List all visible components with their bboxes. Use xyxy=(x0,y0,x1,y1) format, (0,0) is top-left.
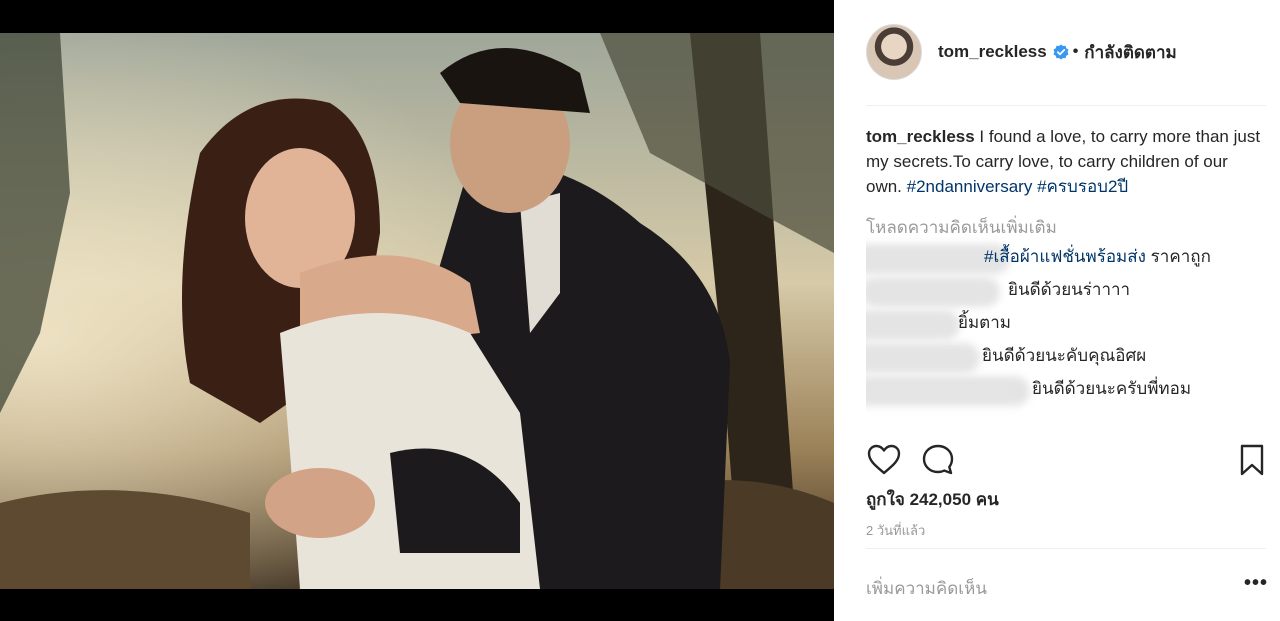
verified-badge-icon xyxy=(1053,44,1069,60)
comments-section: tom_reckless I found a love, to carry mo… xyxy=(866,124,1266,424)
comment-text: ยินดีด้วยนะครับพี่ทอม xyxy=(1032,379,1192,398)
hashtag-link[interactable]: #เสื้อผ้าแฟชั่นพร้อมส่ง xyxy=(984,247,1146,266)
add-comment-input[interactable]: เพิ่มความคิดเห็น xyxy=(866,575,987,602)
blurred-username xyxy=(866,376,1030,406)
blurred-username xyxy=(866,310,960,340)
post-header: tom_reckless • กำลังติดตาม xyxy=(866,22,1266,82)
comment-bubble-icon[interactable] xyxy=(920,442,956,478)
avatar[interactable] xyxy=(866,24,922,80)
bookmark-icon[interactable] xyxy=(1234,442,1270,478)
post-media xyxy=(0,0,834,621)
comment-row: #เสื้อผ้าแฟชั่นพร้อมส่ง ราคาถูก xyxy=(866,240,1266,274)
comment-text: ยินดีด้วยนร่าาาา xyxy=(1008,280,1131,299)
hashtag-link[interactable]: #2ndanniversary xyxy=(907,177,1033,196)
caption-username[interactable]: tom_reckless xyxy=(866,127,975,146)
header-divider xyxy=(866,105,1266,106)
following-button[interactable]: กำลังติดตาม xyxy=(1084,39,1176,66)
like-count[interactable]: ถูกใจ 242,050 คน xyxy=(866,486,999,513)
header-username[interactable]: tom_reckless xyxy=(938,42,1047,62)
comment-text: #เสื้อผ้าแฟชั่นพร้อมส่ง ราคาถูก xyxy=(984,240,1211,273)
couple-photo-illustration xyxy=(0,33,834,589)
post-side-panel: tom_reckless • กำลังติดตาม tom_reckless … xyxy=(834,0,1280,621)
blurred-username xyxy=(866,343,980,373)
comment-row: ยินดีด้วยนะคับคุณอิศผ xyxy=(866,339,1266,373)
load-more-comments-link[interactable]: โหลดความคิดเห็นเพิ่มเติม xyxy=(866,215,1266,240)
heart-icon[interactable] xyxy=(866,442,902,478)
footer-divider xyxy=(866,548,1266,549)
comment-text: ยิ้มตาม xyxy=(958,313,1011,332)
post-timestamp[interactable]: 2 วันที่แล้ว xyxy=(866,520,925,541)
comment-row: ยินดีด้วยนร่าาาา xyxy=(866,273,1266,307)
caption: tom_reckless I found a love, to carry mo… xyxy=(866,124,1266,199)
comment-text: ยินดีด้วยนะคับคุณอิศผ xyxy=(982,346,1147,365)
hashtag-link[interactable]: #ครบรอบ2ปี xyxy=(1037,177,1128,196)
comment-body: ราคาถูก xyxy=(1145,247,1211,266)
post-photo[interactable] xyxy=(0,33,834,589)
comment-row: ยินดีด้วยนะครับพี่ทอม xyxy=(866,372,1266,406)
comment-row: ยิ้มตาม xyxy=(866,306,1266,340)
header-separator: • xyxy=(1072,43,1079,60)
more-options-button[interactable]: ••• xyxy=(1244,572,1268,595)
blurred-username xyxy=(866,277,1000,307)
action-bar xyxy=(866,438,1266,478)
